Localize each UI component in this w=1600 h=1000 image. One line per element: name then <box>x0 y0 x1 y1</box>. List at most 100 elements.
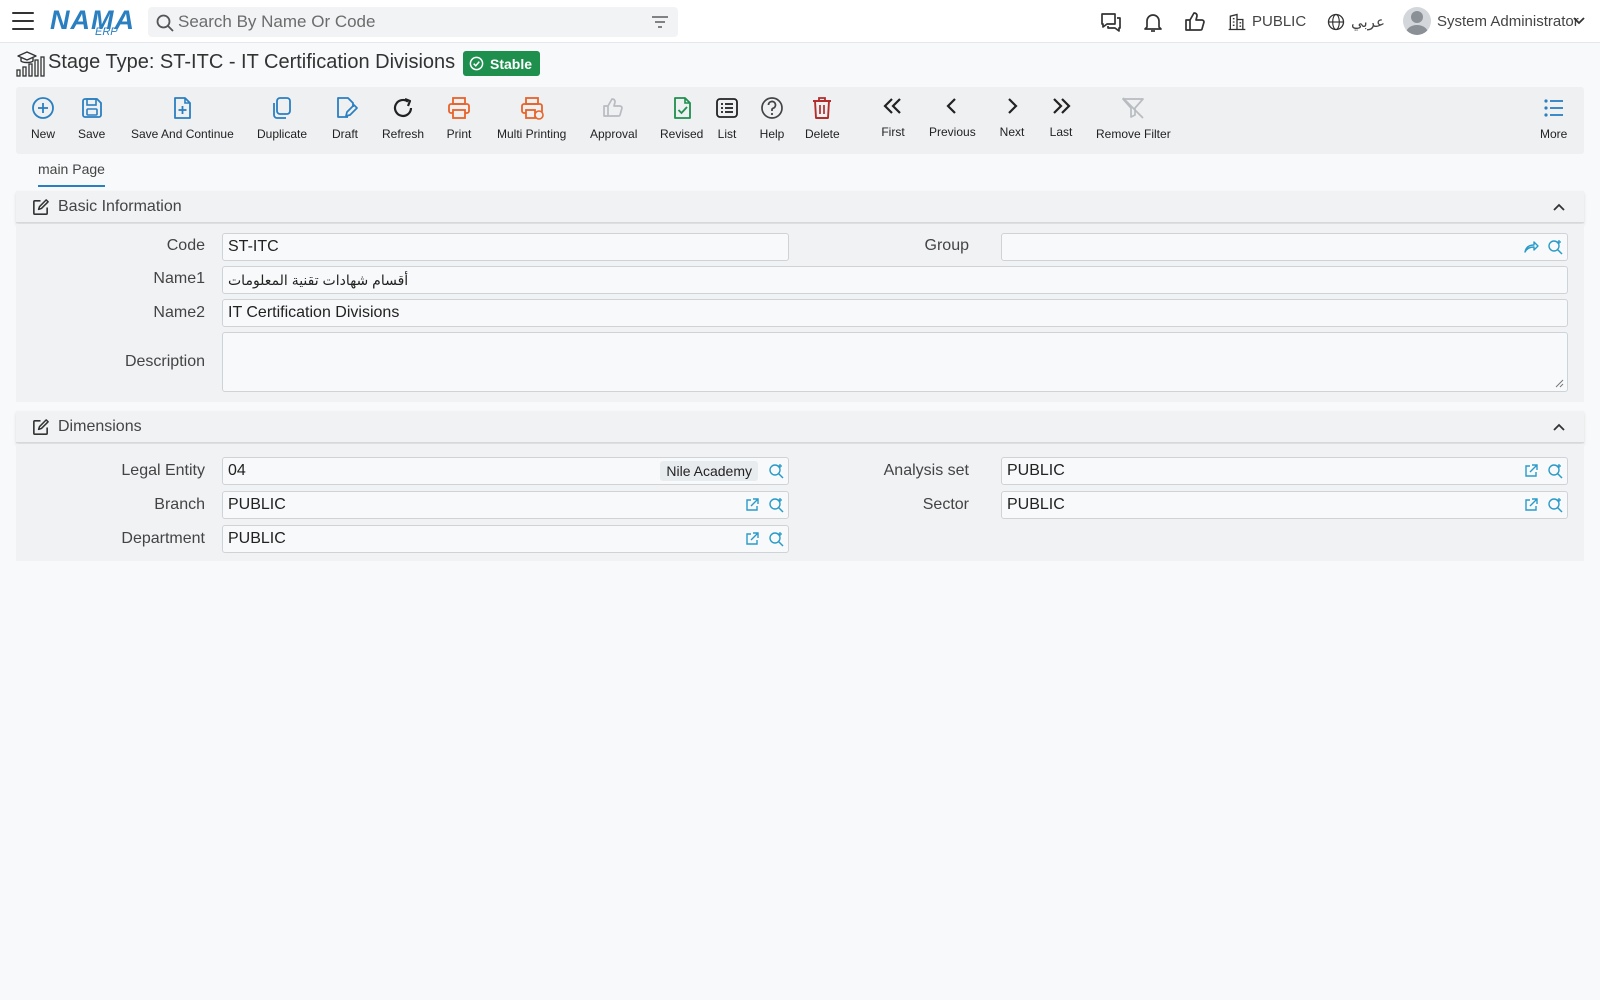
edit-icon <box>33 199 49 215</box>
help-icon <box>761 97 783 119</box>
search-box <box>148 7 678 37</box>
group-label: Group <box>924 237 969 254</box>
name2-label: Name2 <box>153 304 205 321</box>
department-label: Department <box>121 530 205 547</box>
file-check-icon <box>673 97 691 119</box>
user-menu[interactable]: System Administrator <box>1437 13 1579 30</box>
share-icon[interactable] <box>1523 239 1539 255</box>
save-and-continue-button[interactable]: Save And Continue <box>131 95 234 141</box>
analysis-set-label: Analysis set <box>883 462 969 479</box>
thumbs-up-icon <box>602 98 623 117</box>
remove-filter-icon <box>1122 97 1145 119</box>
previous-button[interactable]: Previous <box>929 93 976 139</box>
description-label: Description <box>124 353 205 370</box>
more-button[interactable]: More <box>1540 95 1567 141</box>
notifications-icon[interactable] <box>1141 10 1165 34</box>
search-add-icon[interactable] <box>768 497 784 513</box>
branch-selector[interactable]: PUBLIC <box>1252 13 1306 30</box>
print-button[interactable]: Print <box>446 95 472 141</box>
new-button[interactable]: New <box>30 95 56 141</box>
branch-field[interactable]: PUBLIC <box>222 491 789 519</box>
save-icon <box>81 98 102 118</box>
globe-icon <box>1327 13 1345 31</box>
search-input[interactable] <box>178 11 628 33</box>
help-button[interactable]: Help <box>759 95 785 141</box>
chevrons-left-icon <box>883 98 901 114</box>
approval-button[interactable]: Approval <box>590 95 637 141</box>
name1-field[interactable]: أقسام شهادات تقنية المعلومات <box>222 266 1568 294</box>
top-bar: NAMA ERP PUBLIC عربي System Administrato… <box>0 0 1600 43</box>
legal-entity-tag: Nile Academy <box>660 461 758 481</box>
search-icon <box>156 14 174 32</box>
description-textarea[interactable] <box>222 332 1568 392</box>
messages-icon[interactable] <box>1099 10 1123 34</box>
search-add-icon[interactable] <box>1547 497 1563 513</box>
chevron-down-icon[interactable] <box>1572 14 1586 28</box>
building-icon <box>1228 13 1246 31</box>
search-add-icon[interactable] <box>768 531 784 547</box>
basic-information-header[interactable]: Basic Information <box>16 191 1584 223</box>
edit-icon <box>33 419 49 435</box>
external-link-icon[interactable] <box>1523 497 1539 513</box>
logo[interactable]: NAMA ERP <box>50 5 134 38</box>
chevrons-right-icon <box>1053 98 1071 114</box>
name2-field[interactable]: IT Certification Divisions <box>222 299 1568 327</box>
edit-file-icon <box>337 97 358 118</box>
external-link-icon[interactable] <box>744 531 760 547</box>
sector-label: Sector <box>922 496 969 513</box>
multi-printer-icon <box>520 97 544 120</box>
avatar[interactable] <box>1403 7 1431 35</box>
dimensions-header[interactable]: Dimensions <box>16 411 1584 443</box>
legal-entity-label: Legal Entity <box>121 462 205 479</box>
code-label: Code <box>166 237 205 254</box>
search-add-icon[interactable] <box>768 463 784 479</box>
legal-entity-field[interactable]: 04 Nile Academy <box>222 457 789 485</box>
refresh-button[interactable]: Refresh <box>382 95 424 141</box>
basic-information-body: Code ST-ITC Group Name1 أقسام شهادات تقن… <box>16 224 1584 402</box>
revised-button[interactable]: Revised <box>660 95 703 141</box>
branch-label: Branch <box>154 496 205 513</box>
save-button[interactable]: Save <box>78 95 105 141</box>
multi-printing-button[interactable]: Multi Printing <box>497 95 566 141</box>
name1-label: Name1 <box>153 270 205 287</box>
last-button[interactable]: Last <box>1048 93 1074 139</box>
delete-button[interactable]: Delete <box>805 95 840 141</box>
next-button[interactable]: Next <box>999 93 1025 139</box>
search-add-icon[interactable] <box>1547 463 1563 479</box>
external-link-icon[interactable] <box>1523 463 1539 479</box>
first-button[interactable]: First <box>880 93 906 139</box>
group-field[interactable] <box>1001 233 1568 261</box>
external-link-icon[interactable] <box>744 497 760 513</box>
like-icon[interactable] <box>1183 10 1207 34</box>
chevron-up-icon[interactable] <box>1552 201 1566 213</box>
menu-icon[interactable] <box>12 12 34 30</box>
list-button[interactable]: List <box>714 95 740 141</box>
sector-field[interactable]: PUBLIC <box>1001 491 1568 519</box>
language-switch[interactable]: عربي <box>1351 13 1385 31</box>
chevron-right-icon <box>1008 98 1018 114</box>
stage-type-icon <box>16 51 45 77</box>
copy-icon <box>273 97 291 119</box>
plus-circle-icon <box>32 97 54 119</box>
file-plus-icon <box>174 97 192 119</box>
chevron-left-icon <box>946 98 957 114</box>
dimensions-body: Legal Entity 04 Nile Academy Analysis se… <box>16 444 1584 561</box>
check-circle-icon <box>469 56 484 71</box>
more-list-icon <box>1544 99 1563 117</box>
search-add-icon[interactable] <box>1547 239 1563 255</box>
filter-icon[interactable] <box>652 15 668 29</box>
draft-button[interactable]: Draft <box>332 95 358 141</box>
resize-handle-icon[interactable] <box>1554 378 1564 388</box>
department-field[interactable]: PUBLIC <box>222 525 789 553</box>
trash-icon <box>813 97 832 119</box>
remove-filter-button[interactable]: Remove Filter <box>1096 95 1171 141</box>
duplicate-button[interactable]: Duplicate <box>257 95 307 141</box>
chevron-up-icon[interactable] <box>1552 421 1566 433</box>
refresh-icon <box>393 97 413 117</box>
toolbar: New Save Save And Continue Duplicate Dra… <box>16 87 1584 154</box>
code-field[interactable]: ST-ITC <box>222 233 789 261</box>
list-icon <box>716 98 738 118</box>
tab-main-page[interactable]: main Page <box>38 161 105 187</box>
analysis-set-field[interactable]: PUBLIC <box>1001 457 1568 485</box>
page-title: Stage Type: ST-ITC - IT Certification Di… <box>48 51 456 73</box>
